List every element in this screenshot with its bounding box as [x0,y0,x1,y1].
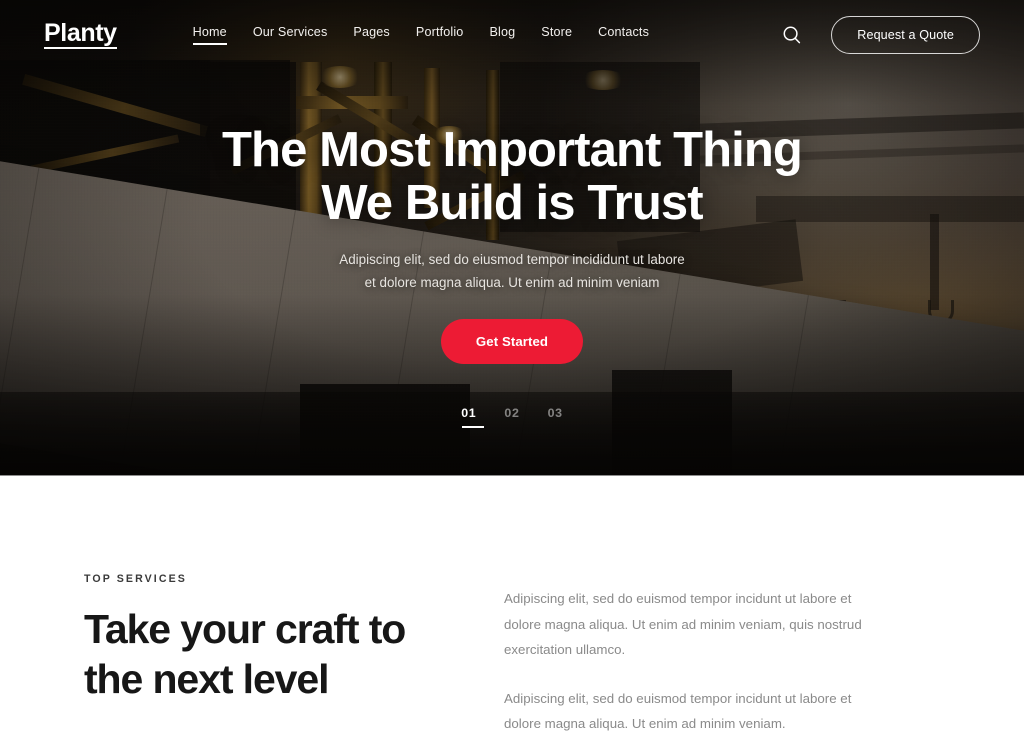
nav-item-portfolio[interactable]: Portfolio [416,25,464,45]
services-paragraph-1: Adipiscing elit, sed do euismod tempor i… [504,591,862,658]
nav-item-blog[interactable]: Blog [489,25,515,45]
hero-title-line-1: The Most Important Thing [222,123,803,177]
hero-subtitle: Adipiscing elit, sed do eiusmod tempor i… [337,248,687,294]
services-heading-block: TOP SERVICES Take your craft to the next… [84,573,504,737]
hero-section: Planty Home Our Services Pages Portfolio… [0,0,1024,476]
slide-indicator-01[interactable]: 01 [461,406,485,428]
search-icon[interactable] [779,22,805,48]
nav-item-our-services[interactable]: Our Services [253,25,328,45]
main-navigation: Home Our Services Pages Portfolio Blog S… [192,25,649,45]
request-a-quote-button[interactable]: Request a Quote [831,16,980,54]
services-title-line-2: the next level [84,656,329,703]
nav-item-pages[interactable]: Pages [353,25,389,45]
hero-content: The Most Important Thing We Build is Tru… [0,0,1024,475]
nav-item-contacts[interactable]: Contacts [598,25,649,45]
hero-subtitle-line-2: dolore magna aliqua. Ut enim ad minim ve… [379,274,660,290]
services-title-line-1: Take your craft to [84,606,406,652]
site-header: Planty Home Our Services Pages Portfolio… [0,0,1024,70]
slider-pagination: 01 02 03 [0,406,1024,428]
services-eyebrow-label: TOP SERVICES [84,573,187,585]
services-text-block: Adipiscing elit, sed do euismod tempor i… [504,573,876,737]
header-actions: Request a Quote [779,16,980,54]
hero-title: The Most Important Thing We Build is Tru… [222,123,803,230]
services-paragraph-2: Adipiscing elit, sed do euismod tempor i… [504,690,852,732]
brand-logo[interactable]: Planty [44,21,117,49]
top-services-section: TOP SERVICES Take your craft to the next… [0,476,1024,737]
hero-title-line-2: We Build is Trust [321,175,703,230]
services-title: Take your craft to the next level [84,604,504,704]
nav-item-store[interactable]: Store [541,25,572,45]
slide-indicator-03[interactable]: 03 [548,406,563,428]
slide-indicator-02[interactable]: 02 [504,406,519,428]
get-started-button[interactable]: Get Started [440,318,584,364]
nav-item-home[interactable]: Home [192,25,228,45]
